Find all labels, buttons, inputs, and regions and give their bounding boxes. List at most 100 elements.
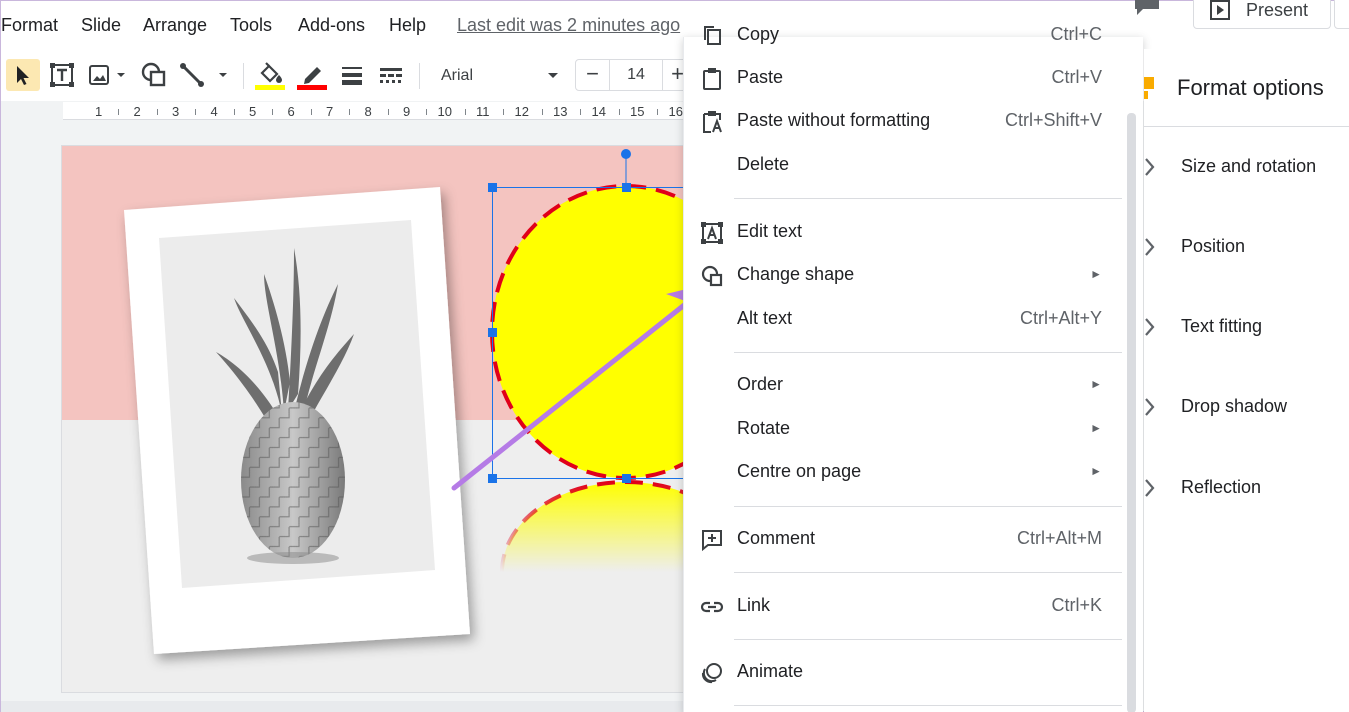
paint-bucket-icon — [255, 62, 285, 90]
section-drop-shadow[interactable]: Drop shadow — [1144, 387, 1349, 427]
menu-item-label: Change shape — [737, 264, 855, 284]
menu-item-shortcut: Ctrl+C — [1050, 24, 1102, 44]
chevron-right-icon — [1145, 318, 1155, 336]
submenu-arrow-icon: ► — [1090, 377, 1102, 391]
menu-item-paste[interactable]: Paste Ctrl+V — [684, 58, 1124, 98]
menu-item-comment[interactable]: Comment Ctrl+Alt+M — [684, 519, 1124, 559]
menu-item-change-shape[interactable]: Change shape ► — [684, 255, 1124, 295]
ruler-number: 9 — [403, 104, 411, 119]
ruler-tick — [195, 109, 197, 115]
format-options-panel: Format options Size and rotation Positio… — [1144, 49, 1349, 712]
pencil-icon — [297, 67, 327, 90]
ruler-tick — [426, 109, 428, 115]
horizontal-scrollbar[interactable] — [1, 701, 683, 712]
section-text-fitting[interactable]: Text fitting — [1144, 307, 1349, 347]
add-comment-icon — [702, 530, 722, 552]
menu-item-paste-without-formatting[interactable]: Paste without formatting Ctrl+Shift+V — [684, 101, 1124, 141]
resize-handle-top-left[interactable] — [488, 183, 497, 192]
submenu-arrow-icon: ► — [1090, 464, 1102, 478]
menu-tools[interactable]: Tools — [230, 15, 272, 36]
menu-item-shortcut: Ctrl+Alt+Y — [1019, 308, 1102, 328]
border-weight-button[interactable] — [337, 59, 367, 91]
menu-item-shortcut: Ctrl+Shift+V — [1004, 110, 1102, 130]
menu-item-rotate[interactable]: Rotate ► — [684, 409, 1124, 449]
ruler-tick — [310, 109, 312, 115]
format-options-icon — [1144, 77, 1154, 99]
section-label: Drop shadow — [1181, 396, 1288, 416]
line-tool-button[interactable] — [177, 59, 233, 91]
edit-text-icon — [701, 222, 723, 244]
pineapple-photo[interactable] — [124, 187, 470, 654]
image-icon — [89, 65, 125, 85]
paste-plain-icon — [703, 111, 722, 133]
resize-handle-bottom[interactable] — [622, 474, 631, 483]
menu-divider — [734, 352, 1122, 353]
menu-item-centre-on-page[interactable]: Centre on page ► — [684, 452, 1124, 492]
cursor-arrow-icon — [17, 66, 29, 85]
font-size-input[interactable]: 14 — [610, 60, 662, 90]
chevron-right-icon — [1145, 238, 1155, 256]
menu-item-copy[interactable]: Copy Ctrl+C — [684, 15, 1124, 55]
border-color-button[interactable] — [295, 59, 329, 91]
ruler-number: 11 — [476, 104, 490, 119]
ruler-tick — [349, 109, 351, 115]
horizontal-ruler: 1 2 3 4 5 6 7 8 9 10 11 12 13 14 15 16 — [63, 102, 697, 120]
caret-down-icon — [548, 73, 558, 78]
shape-tool-button[interactable] — [139, 59, 169, 91]
menu-divider — [734, 506, 1122, 507]
menu-help[interactable]: Help — [389, 15, 426, 36]
menu-scrollbar[interactable] — [1127, 113, 1136, 712]
menu-divider — [734, 572, 1122, 573]
font-family-value: Arial — [441, 67, 474, 84]
select-tool-button[interactable] — [6, 59, 40, 91]
ruler-tick — [541, 109, 543, 115]
format-options-header: Format options — [1144, 49, 1349, 127]
ruler-number: 8 — [364, 104, 372, 119]
present-button[interactable]: Present — [1193, 0, 1331, 29]
resize-handle-top[interactable] — [622, 183, 631, 192]
line-icon — [180, 63, 227, 87]
ruler-tick — [464, 109, 466, 115]
menu-slide[interactable]: Slide — [81, 15, 121, 36]
ruler-tick — [657, 109, 659, 115]
rotate-handle[interactable] — [621, 149, 631, 159]
fill-color-button[interactable] — [253, 59, 287, 91]
section-reflection[interactable]: Reflection — [1144, 468, 1349, 508]
menu-divider — [734, 198, 1122, 199]
menu-item-edit-text[interactable]: Edit text — [684, 212, 1124, 252]
menu-item-animate[interactable]: Animate — [684, 652, 1124, 692]
menu-item-alt-text[interactable]: Alt text Ctrl+Alt+Y — [684, 299, 1124, 339]
menu-item-delete[interactable]: Delete — [684, 145, 1124, 185]
resize-handle-left[interactable] — [488, 328, 497, 337]
menu-item-link[interactable]: Link Ctrl+K — [684, 586, 1124, 626]
border-dash-icon — [380, 68, 402, 83]
toolbar-divider — [419, 63, 420, 89]
insert-image-button[interactable] — [85, 59, 131, 91]
menu-format[interactable]: Format — [1, 15, 58, 36]
ruler-number: 6 — [287, 104, 295, 119]
menu-item-shortcut: Ctrl+V — [1051, 67, 1102, 87]
section-size-and-rotation[interactable]: Size and rotation — [1144, 147, 1349, 187]
menu-item-label: Order — [737, 374, 784, 394]
section-label: Text fitting — [1181, 316, 1263, 336]
present-dropdown-button[interactable] — [1334, 0, 1349, 29]
copy-icon — [704, 26, 721, 45]
text-box-tool-button[interactable] — [47, 59, 77, 91]
slide-canvas[interactable] — [61, 145, 711, 693]
menu-bar: Format Slide Arrange Tools Add-ons Help … — [1, 0, 1349, 49]
menu-item-order[interactable]: Order ► — [684, 365, 1124, 405]
ruler-tick — [580, 109, 582, 115]
menu-item-label: Alt text — [737, 308, 793, 328]
ruler-number: 7 — [326, 104, 334, 119]
menu-add-ons[interactable]: Add-ons — [298, 15, 365, 36]
font-size-decrease-button[interactable]: − — [576, 60, 610, 90]
menu-arrange[interactable]: Arrange — [143, 15, 207, 36]
section-position[interactable]: Position — [1144, 227, 1349, 267]
present-label: Present — [1246, 0, 1309, 20]
border-dash-button[interactable] — [375, 59, 407, 91]
comment-history-icon[interactable] — [1131, 0, 1171, 19]
resize-handle-bottom-left[interactable] — [488, 474, 497, 483]
menu-item-label: Paste — [737, 67, 784, 87]
font-family-dropdown[interactable]: Arial — [433, 59, 567, 91]
last-edit-link[interactable]: Last edit was 2 minutes ago — [457, 15, 680, 36]
